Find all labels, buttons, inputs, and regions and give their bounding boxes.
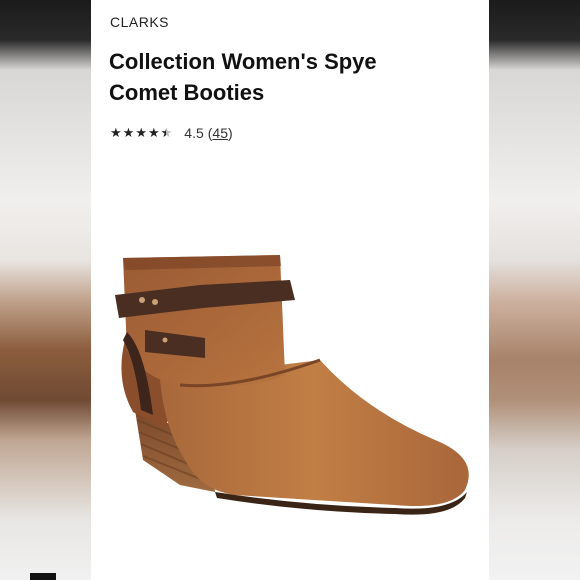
product-title-line-1: Collection Women's Spye xyxy=(109,49,377,74)
star-full-icon: ★ xyxy=(110,125,122,140)
brand-name[interactable]: CLARKS xyxy=(110,14,169,30)
review-count-close-paren: ) xyxy=(228,125,233,141)
ankle-boot-image xyxy=(115,255,469,515)
cropped-text-fragment xyxy=(30,573,56,580)
star-rating: ★ ★ ★ ★ ★ xyxy=(110,125,172,141)
star-full-icon: ★ xyxy=(122,125,135,140)
background-blur-right xyxy=(489,0,580,580)
rating-score: 4.5 xyxy=(184,125,204,141)
rating-row: ★ ★ ★ ★ ★ 4.5 (45) xyxy=(110,125,233,141)
background-blur-left xyxy=(0,0,91,580)
star-full-icon: ★ xyxy=(147,125,160,140)
product-card: CLARKS Collection Women's Spye Comet Boo… xyxy=(91,0,489,580)
product-title: Collection Women's Spye Comet Booties xyxy=(109,46,469,108)
product-title-line-2: Comet Booties xyxy=(109,80,265,105)
review-count-link[interactable]: 45 xyxy=(212,125,228,141)
product-image[interactable] xyxy=(105,240,475,540)
star-half-icon: ★ xyxy=(161,125,173,141)
star-full-icon: ★ xyxy=(135,125,147,140)
